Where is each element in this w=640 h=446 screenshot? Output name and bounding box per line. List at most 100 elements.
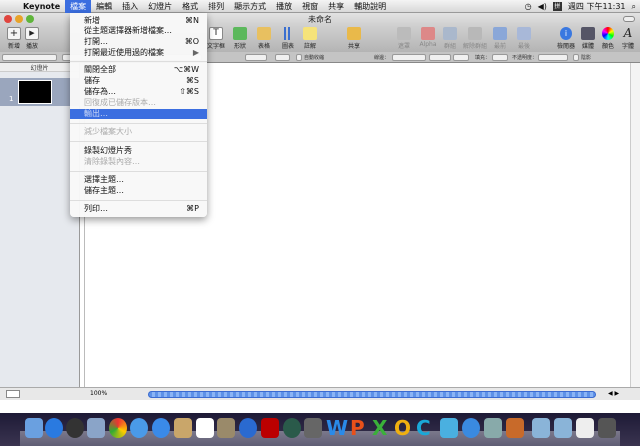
- opacity-select[interactable]: [538, 54, 568, 61]
- label: 關閉全部: [84, 65, 116, 74]
- keynote-dock-icon[interactable]: [506, 418, 524, 438]
- menu-separator: [70, 200, 207, 201]
- menu-shortcut: ⌘S: [185, 76, 199, 85]
- menu-insert[interactable]: 插入: [117, 0, 143, 13]
- chrome-icon[interactable]: [109, 418, 127, 438]
- menu-help[interactable]: 輔助說明: [349, 0, 391, 13]
- iphoto-icon[interactable]: [217, 418, 235, 438]
- view-mode-select[interactable]: [6, 390, 20, 398]
- menu-item-print[interactable]: 列印… ⌘P: [70, 204, 207, 214]
- line-spacing-select[interactable]: [245, 54, 267, 61]
- word-icon[interactable]: W: [326, 416, 348, 440]
- menu-item-open[interactable]: 打開… ⌘O: [70, 37, 207, 47]
- menu-play[interactable]: 播放: [271, 0, 297, 13]
- communicator-icon[interactable]: C: [416, 416, 431, 440]
- label: 儲存主題…: [84, 186, 124, 195]
- menu-item-open-recent[interactable]: 打開最近使用過的檔案 ▶: [70, 48, 207, 58]
- apple-menu-icon[interactable]: [0, 0, 18, 13]
- stroke-width-select[interactable]: [429, 54, 451, 61]
- menu-item-new-from-theme[interactable]: 從主題選擇器新增檔案…: [70, 26, 207, 36]
- group-button[interactable]: 群組: [436, 27, 464, 50]
- preview-icon[interactable]: [87, 418, 105, 438]
- menu-item-save-theme[interactable]: 儲存主題…: [70, 186, 207, 196]
- menu-share[interactable]: 共享: [323, 0, 349, 13]
- vertical-scrollbar[interactable]: [630, 63, 640, 387]
- menu-edit[interactable]: 編輯: [91, 0, 117, 13]
- autoshrink-checkbox[interactable]: [296, 54, 302, 61]
- comment-button[interactable]: 註解: [296, 27, 324, 50]
- fonts-button[interactable]: A 字體: [614, 27, 640, 51]
- toolbar-toggle-button[interactable]: [623, 16, 635, 22]
- spotlight-icon[interactable]: ⌕: [632, 0, 636, 13]
- menu-separator: [70, 171, 207, 172]
- menu-slide[interactable]: 幻燈片: [143, 0, 177, 13]
- menu-keynote[interactable]: Keynote: [18, 0, 65, 13]
- photo-booth-icon[interactable]: [261, 418, 279, 438]
- volume-icon[interactable]: ◀): [538, 0, 547, 13]
- share-button[interactable]: 共享: [340, 27, 368, 50]
- fill-color-well[interactable]: [492, 54, 508, 61]
- stroke-style-select[interactable]: [392, 54, 426, 61]
- app-store-icon[interactable]: [45, 418, 63, 438]
- menu-view[interactable]: 顯示方式: [229, 0, 271, 13]
- menu-file[interactable]: 檔案: [65, 0, 92, 13]
- menu-item-record-slideshow[interactable]: 錄製幻燈片秀: [70, 146, 207, 156]
- menu-item-new[interactable]: 新增 ⌘N: [70, 16, 207, 26]
- trash-icon[interactable]: [598, 418, 616, 438]
- menu-item-export[interactable]: 輸出…: [70, 109, 207, 119]
- finder-icon[interactable]: [25, 418, 43, 438]
- label: 文字框: [206, 43, 225, 50]
- play-icon: ▶: [25, 27, 39, 40]
- messenger-icon[interactable]: [440, 418, 458, 438]
- shadow-checkbox[interactable]: [573, 54, 579, 61]
- outlook-icon[interactable]: O: [394, 416, 411, 440]
- safari-icon[interactable]: [130, 418, 148, 438]
- slide-thumbnail-item[interactable]: 1: [0, 78, 80, 106]
- download-icon[interactable]: [462, 418, 480, 438]
- mask-icon: [397, 27, 411, 40]
- stroke-color-well[interactable]: [453, 54, 469, 61]
- menu-arrange[interactable]: 排列: [203, 0, 229, 13]
- zoom-select[interactable]: 100%: [90, 390, 107, 397]
- menu-shortcut: ⌥⌘W: [173, 65, 199, 74]
- label: 儲存: [84, 76, 100, 85]
- system-preferences-icon[interactable]: [304, 418, 322, 438]
- zoom-button[interactable]: [26, 15, 34, 23]
- powerpoint-icon[interactable]: P: [350, 416, 365, 440]
- menu-item-close-all[interactable]: 關閉全部 ⌥⌘W: [70, 65, 207, 75]
- time-machine-dock-icon[interactable]: [283, 418, 301, 438]
- send-back-button[interactable]: 最後: [510, 27, 538, 50]
- calendar-icon[interactable]: [196, 418, 214, 438]
- itunes-icon[interactable]: [239, 418, 257, 438]
- scroll-arrows[interactable]: ◀ ▶: [608, 390, 619, 397]
- style-select[interactable]: [2, 54, 57, 61]
- autoshrink-label: 自動收縮: [304, 55, 325, 61]
- dashboard-icon[interactable]: [66, 418, 84, 438]
- menu-item-choose-theme[interactable]: 選擇主題…: [70, 175, 207, 185]
- menu-window[interactable]: 視窗: [297, 0, 323, 13]
- contacts-icon[interactable]: [174, 418, 192, 438]
- ungroup-button[interactable]: 解除群組: [461, 27, 489, 50]
- columns-select[interactable]: [275, 54, 290, 61]
- menu-item-save[interactable]: 儲存 ⌘S: [70, 76, 207, 86]
- play-button[interactable]: ▶ 播放: [18, 27, 46, 50]
- documents-folder-icon[interactable]: [554, 418, 572, 438]
- menu-format[interactable]: 格式: [177, 0, 203, 13]
- close-button[interactable]: [4, 15, 12, 23]
- time-machine-icon[interactable]: ◷: [525, 0, 532, 13]
- ungroup-icon: [468, 27, 482, 40]
- downloads-stack-icon[interactable]: [576, 418, 594, 438]
- menu-item-save-as[interactable]: 儲存為… ⇧⌘S: [70, 87, 207, 97]
- excel-icon[interactable]: X: [372, 416, 387, 440]
- remote-desktop-icon[interactable]: [484, 418, 502, 438]
- minimize-button[interactable]: [15, 15, 23, 23]
- facetime-icon[interactable]: [152, 418, 170, 438]
- input-method-icon[interactable]: 拼: [552, 2, 562, 11]
- slide-number: 1: [9, 95, 14, 103]
- label: 解除群組: [462, 43, 487, 50]
- stroke-label: 線邊：: [374, 55, 390, 61]
- horizontal-scrollbar[interactable]: [148, 391, 596, 398]
- label: 選擇主題…: [84, 175, 124, 184]
- applications-folder-icon[interactable]: [532, 418, 550, 438]
- clock[interactable]: 週四 下午11:31: [568, 0, 626, 13]
